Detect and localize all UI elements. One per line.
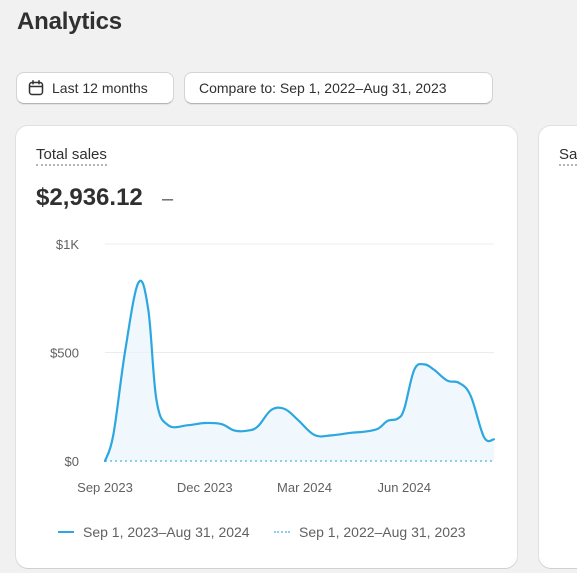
next-metric-card: Sa [539,126,577,568]
x-tick-label: Dec 2023 [177,480,233,495]
date-range-label: Last 12 months [52,80,148,96]
legend-solid-line-icon [58,531,74,533]
legend-dotted-line-icon [274,531,290,533]
compare-button[interactable]: Compare to: Sep 1, 2022–Aug 31, 2023 [184,72,493,104]
y-tick-label: $500 [50,346,79,361]
date-range-button[interactable]: Last 12 months [16,72,174,104]
x-tick-label: Sep 2023 [77,480,133,495]
page-title: Analytics [17,8,122,35]
legend-label-current: Sep 1, 2023–Aug 31, 2024 [83,524,250,540]
legend-label-previous: Sep 1, 2022–Aug 31, 2023 [299,524,466,540]
x-tick-label: Mar 2024 [277,480,332,495]
legend-item-previous[interactable]: Sep 1, 2022–Aug 31, 2023 [274,524,466,540]
next-metric-label[interactable]: Sa [559,146,577,166]
compare-label: Compare to: Sep 1, 2022–Aug 31, 2023 [199,80,447,96]
sales-chart: $0 $500 $1K Sep 2023 Dec 2023 Mar 2024 Jun 20… [50,237,496,495]
legend-item-current[interactable]: Sep 1, 2023–Aug 31, 2024 [58,524,250,540]
total-sales-card: Total sales $2,936.12 – $0 $500 $1K Sep 20… [16,126,517,568]
y-tick-label: $1K [56,237,79,252]
x-tick-label: Jun 2024 [377,480,431,495]
y-tick-label: $0 [65,454,79,469]
calendar-icon [27,79,45,97]
